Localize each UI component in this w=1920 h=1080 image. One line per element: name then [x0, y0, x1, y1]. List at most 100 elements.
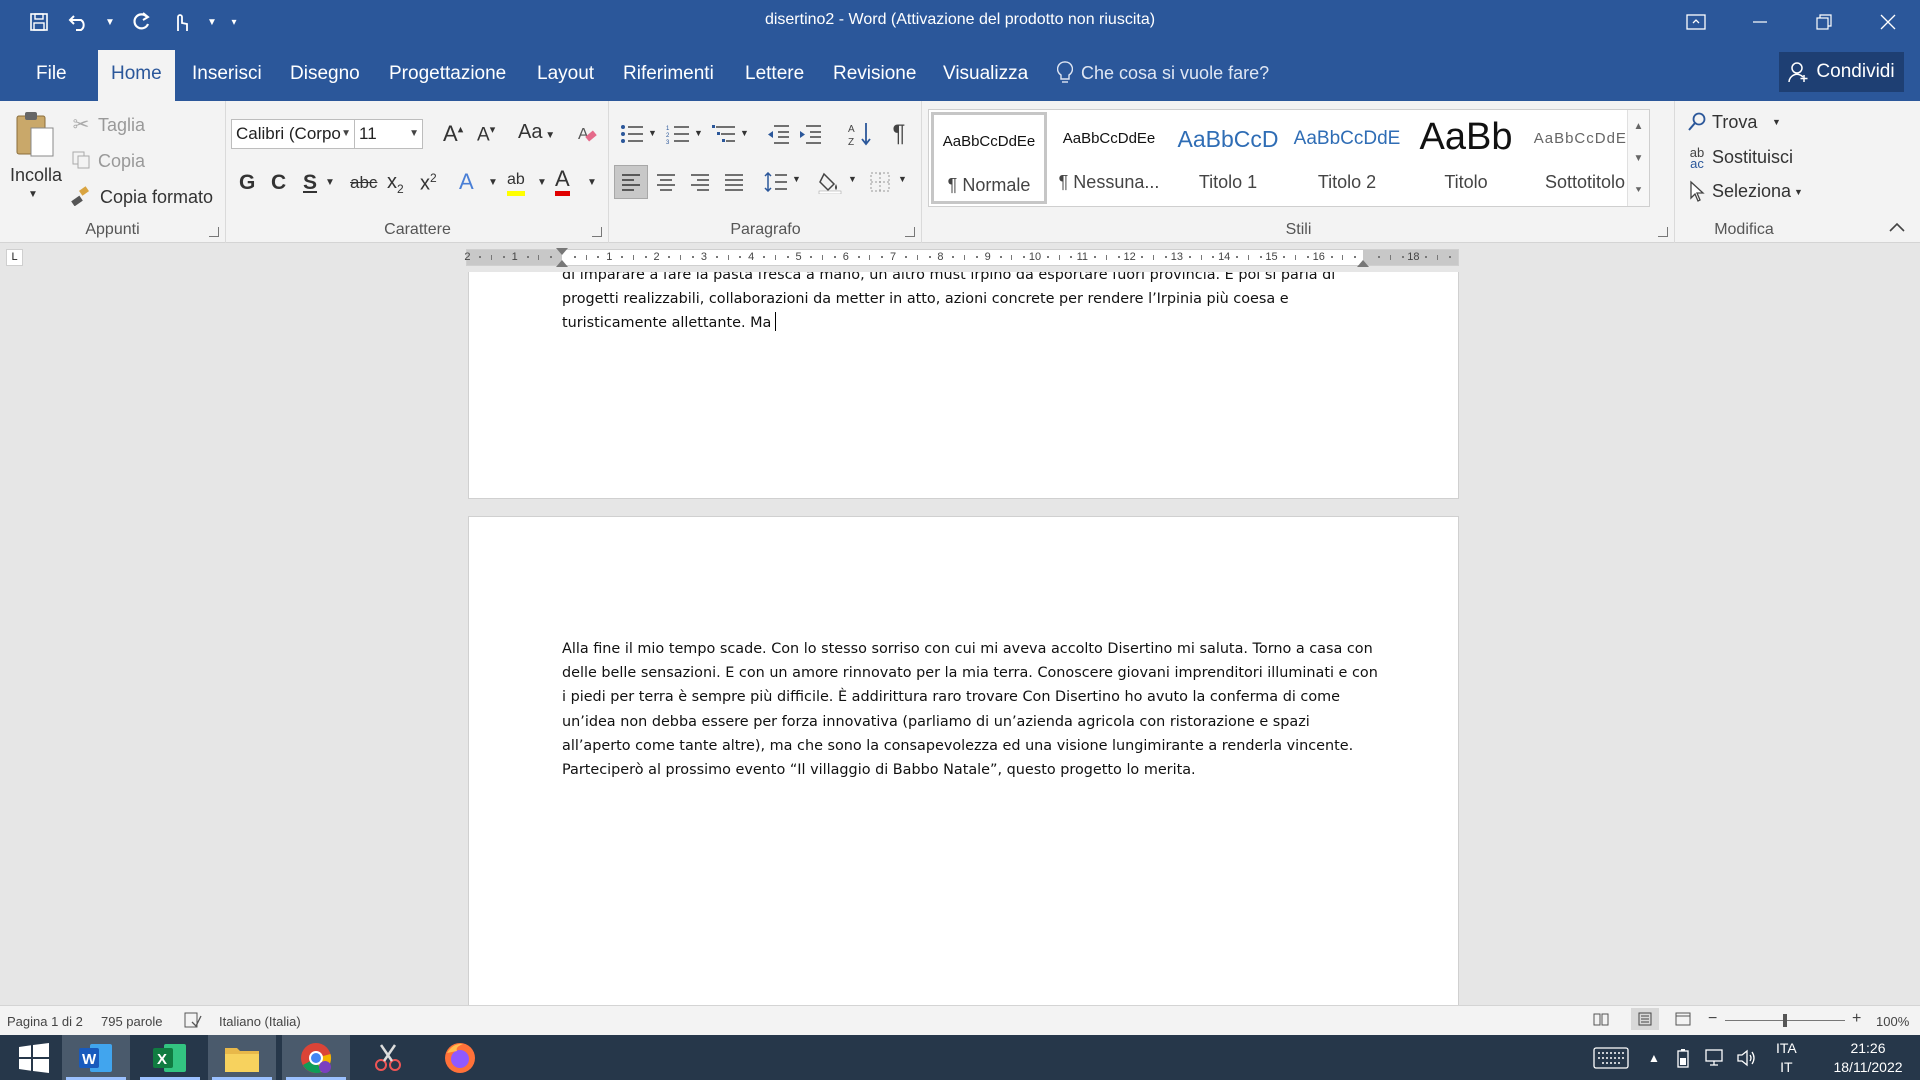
tab-insert[interactable]: Inserisci [190, 50, 264, 101]
cut-label[interactable]: Taglia [98, 115, 145, 136]
styles-launcher-icon[interactable] [1658, 227, 1668, 237]
zoom-out-button[interactable]: − [1708, 1010, 1717, 1028]
change-case-button[interactable]: Aa ▼ [518, 121, 555, 144]
page-1-paragraph[interactable]: di imparare a fare la pasta fresca a man… [562, 272, 1382, 336]
taskbar-chrome[interactable] [282, 1035, 350, 1080]
zoom-level[interactable]: 100% [1876, 1014, 1909, 1029]
print-layout-icon[interactable] [1631, 1008, 1659, 1030]
underline-dropdown-icon[interactable]: ▼ [325, 177, 335, 188]
highlight-button[interactable]: ab [507, 169, 525, 196]
tab-design[interactable]: Progettazione [387, 50, 508, 101]
justify-icon[interactable] [718, 165, 750, 199]
minimize-icon[interactable] [1728, 0, 1792, 44]
start-button[interactable] [0, 1035, 68, 1080]
shrink-font-button[interactable]: A▾ [477, 123, 495, 146]
network-icon[interactable] [1704, 1035, 1726, 1080]
increase-indent-icon[interactable] [796, 121, 824, 147]
style-heading-2[interactable]: AaBbCcDdE Titolo 2 [1289, 112, 1405, 204]
collapse-ribbon-icon[interactable] [1888, 220, 1906, 238]
more-styles-icon[interactable]: ⯆ [1628, 174, 1649, 206]
tab-references[interactable]: Riferimenti [621, 50, 716, 101]
decrease-indent-icon[interactable] [764, 121, 792, 147]
tab-draw[interactable]: Disegno [288, 50, 362, 101]
input-language[interactable]: ITA IT [1776, 1035, 1797, 1080]
sort-icon[interactable]: AZ [846, 119, 874, 149]
share-button[interactable]: Condividi [1779, 52, 1904, 92]
text-effects-button[interactable]: A [459, 169, 474, 195]
subscript-button[interactable]: x2 [387, 171, 404, 196]
style-normal[interactable]: AaBbCcDdEe ¶ Normale [931, 112, 1047, 204]
show-hidden-icons[interactable]: ▲ [1648, 1035, 1660, 1080]
multilevel-dropdown-icon[interactable]: ▼ [740, 128, 749, 138]
paste-label[interactable]: Incolla [10, 165, 62, 186]
line-spacing-icon[interactable] [760, 165, 792, 199]
search-icon[interactable] [1686, 111, 1708, 133]
paragraph-launcher-icon[interactable] [905, 227, 915, 237]
paste-dropdown-icon[interactable]: ▼ [28, 189, 38, 200]
align-center-icon[interactable] [650, 165, 682, 199]
font-color-dropdown-icon[interactable]: ▼ [587, 177, 597, 188]
clear-formatting-icon[interactable]: A [575, 121, 599, 147]
find-dropdown-icon[interactable]: ▼ [1772, 117, 1781, 127]
touch-keyboard-icon[interactable] [1593, 1035, 1629, 1080]
tab-view[interactable]: Visualizza [941, 50, 1030, 101]
restore-icon[interactable] [1792, 0, 1856, 44]
borders-icon[interactable] [864, 165, 896, 199]
close-icon[interactable] [1856, 0, 1920, 44]
proofing-icon[interactable] [184, 1012, 202, 1031]
tab-review[interactable]: Revisione [831, 50, 918, 101]
highlight-dropdown-icon[interactable]: ▼ [537, 177, 547, 188]
tab-selector[interactable]: L [6, 249, 23, 266]
chevron-up-icon[interactable]: ▲ [1628, 110, 1649, 142]
ribbon-display-options-icon[interactable] [1664, 0, 1728, 44]
taskbar-snipping-tool[interactable] [354, 1035, 422, 1080]
style-heading-1[interactable]: AaBbCcD Titolo 1 [1170, 112, 1286, 204]
chevron-down-icon[interactable]: ▼ [1628, 142, 1649, 174]
page-2-paragraph[interactable]: Alla fine il mio tempo scade. Con lo ste… [562, 637, 1382, 782]
align-left-icon[interactable] [614, 165, 648, 199]
tab-home[interactable]: Home [98, 50, 175, 101]
font-color-button[interactable]: A [555, 167, 570, 196]
replace-button[interactable]: Sostituisci [1712, 147, 1793, 168]
first-line-indent-marker[interactable] [556, 248, 568, 255]
taskbar-firefox[interactable] [426, 1035, 494, 1080]
format-painter-label[interactable]: Copia formato [100, 187, 213, 208]
numbering-icon[interactable]: 123 [664, 121, 692, 147]
style-subtitle[interactable]: AaBbCcDdEe Sottotitolo [1527, 112, 1643, 204]
word-count[interactable]: 795 parole [101, 1014, 162, 1029]
align-right-icon[interactable] [684, 165, 716, 199]
numbering-dropdown-icon[interactable]: ▼ [694, 128, 703, 138]
page-2[interactable]: Alla fine il mio tempo scade. Con lo ste… [468, 516, 1459, 1005]
strikethrough-button[interactable]: abc [350, 173, 377, 193]
volume-icon[interactable] [1736, 1035, 1758, 1080]
shading-dropdown-icon[interactable]: ▼ [848, 174, 857, 184]
tab-mailings[interactable]: Lettere [743, 50, 806, 101]
superscript-button[interactable]: x2 [420, 171, 437, 196]
bullets-icon[interactable] [618, 121, 646, 147]
style-no-spacing[interactable]: AaBbCcDdEe ¶ Nessuna... [1051, 112, 1167, 204]
web-layout-icon[interactable] [1675, 1012, 1691, 1029]
tell-me-search[interactable]: Che cosa si vuole fare? [1057, 61, 1269, 85]
italic-button[interactable]: C [271, 171, 286, 195]
bold-button[interactable]: G [239, 171, 255, 195]
tab-layout[interactable]: Layout [535, 50, 596, 101]
right-indent-marker[interactable] [1357, 260, 1369, 267]
taskbar-word[interactable]: W [62, 1035, 130, 1080]
font-size-combo[interactable]: 11 ▼ [354, 119, 423, 149]
format-painter-icon[interactable] [70, 185, 92, 207]
find-button[interactable]: Trova [1712, 112, 1757, 133]
select-button[interactable]: Seleziona [1712, 181, 1791, 202]
zoom-in-button[interactable]: + [1852, 1010, 1861, 1028]
text-effects-dropdown-icon[interactable]: ▼ [488, 177, 498, 188]
style-title[interactable]: AaBb Titolo [1408, 112, 1524, 204]
battery-icon[interactable] [1674, 1035, 1692, 1080]
bullets-dropdown-icon[interactable]: ▼ [648, 128, 657, 138]
hanging-indent-marker[interactable] [556, 260, 568, 267]
underline-button[interactable]: S [303, 171, 317, 195]
document-area[interactable]: di imparare a fare la pasta fresca a man… [0, 272, 1920, 1005]
clock[interactable]: 21:26 18/11/2022 [1822, 1035, 1914, 1080]
paste-icon[interactable] [12, 109, 56, 161]
taskbar-file-explorer[interactable] [208, 1035, 276, 1080]
multilevel-list-icon[interactable] [710, 121, 738, 147]
replace-icon[interactable]: ab ac [1684, 145, 1710, 171]
